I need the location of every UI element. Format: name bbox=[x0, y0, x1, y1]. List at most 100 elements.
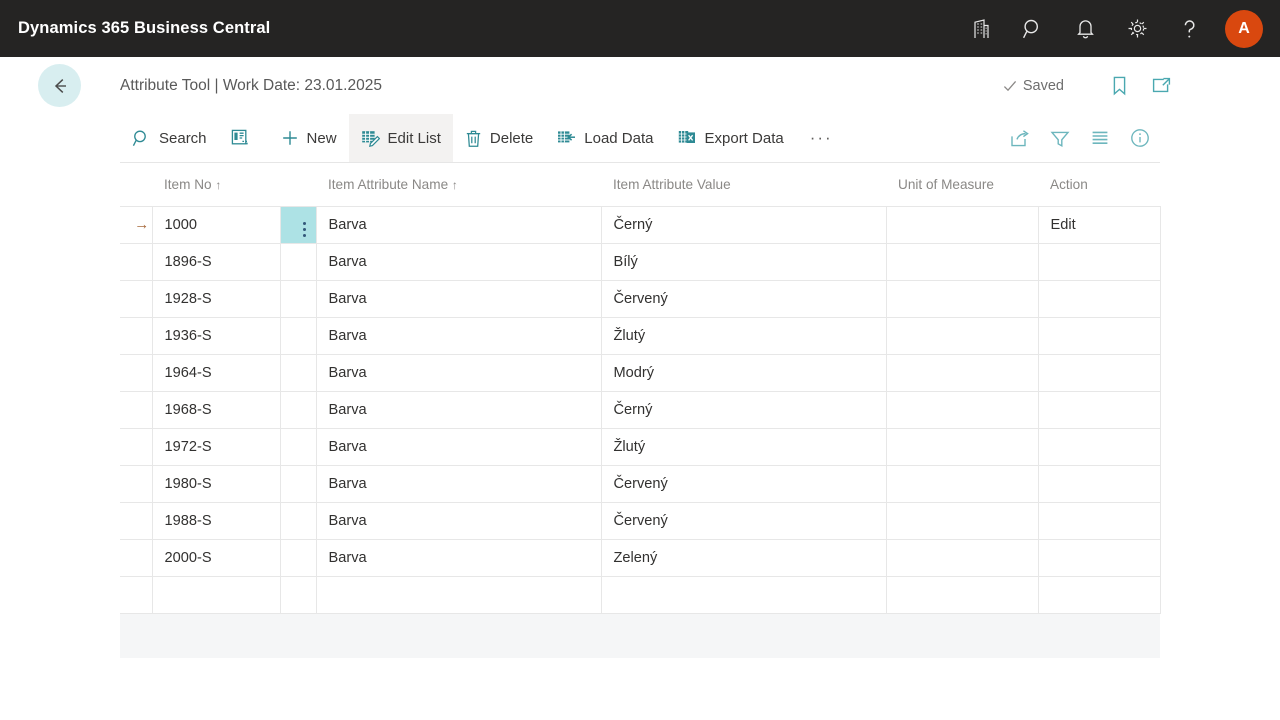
cell-unit-of-measure[interactable] bbox=[886, 243, 1038, 280]
cell-unit-of-measure[interactable] bbox=[886, 317, 1038, 354]
row-menu-button[interactable] bbox=[280, 539, 316, 576]
column-header-item-no[interactable]: Item No ↑ bbox=[152, 163, 316, 206]
cell-action[interactable] bbox=[1038, 502, 1160, 539]
export-data-button[interactable]: Export Data bbox=[666, 114, 796, 162]
table-row[interactable]: 1968-SBarvaČerný bbox=[120, 391, 1160, 428]
cell-unit-of-measure[interactable] bbox=[886, 502, 1038, 539]
table-row[interactable] bbox=[120, 576, 1160, 613]
edit-list-button[interactable]: Edit List bbox=[349, 114, 453, 162]
cell-action[interactable]: Edit bbox=[1038, 206, 1160, 243]
column-header-unit-of-measure[interactable]: Unit of Measure bbox=[886, 163, 1038, 206]
cell-item-attribute-name[interactable]: Barva bbox=[316, 243, 601, 280]
row-menu-button[interactable] bbox=[280, 428, 316, 465]
help-question-icon[interactable] bbox=[1163, 7, 1215, 51]
cell-action[interactable] bbox=[1038, 243, 1160, 280]
cell-unit-of-measure[interactable] bbox=[886, 465, 1038, 502]
cell-item-no[interactable]: 1928-S bbox=[152, 280, 280, 317]
share-icon[interactable] bbox=[1000, 115, 1040, 161]
delete-button[interactable]: Delete bbox=[453, 114, 545, 162]
cell-item-attribute-value[interactable]: Žlutý bbox=[601, 317, 886, 354]
cell-item-no[interactable]: 1964-S bbox=[152, 354, 280, 391]
load-data-button[interactable]: Load Data bbox=[545, 114, 665, 162]
cell-unit-of-measure[interactable] bbox=[886, 354, 1038, 391]
cell-action[interactable] bbox=[1038, 576, 1160, 613]
table-row[interactable]: 1928-S BarvaČervený bbox=[120, 280, 1160, 317]
cell-item-no[interactable]: 1972-S bbox=[152, 428, 280, 465]
cell-item-no[interactable]: 2000-S bbox=[152, 539, 280, 576]
info-circle-icon[interactable] bbox=[1120, 115, 1160, 161]
cell-unit-of-measure[interactable] bbox=[886, 539, 1038, 576]
row-menu-button[interactable] bbox=[280, 280, 316, 317]
column-header-item-attribute-name[interactable]: Item Attribute Name ↑ bbox=[316, 163, 601, 206]
cell-unit-of-measure[interactable] bbox=[886, 391, 1038, 428]
cell-item-attribute-name[interactable]: Barva bbox=[316, 354, 601, 391]
new-button[interactable]: New bbox=[269, 114, 349, 162]
table-row[interactable]: 1896-S BarvaBílý bbox=[120, 243, 1160, 280]
search-button[interactable]: Search bbox=[120, 114, 219, 162]
row-menu-button[interactable] bbox=[280, 206, 316, 243]
table-row[interactable]: 1972-S BarvaŽlutý bbox=[120, 428, 1160, 465]
cell-action[interactable] bbox=[1038, 428, 1160, 465]
cell-action[interactable] bbox=[1038, 465, 1160, 502]
cell-unit-of-measure[interactable] bbox=[886, 206, 1038, 243]
back-button[interactable] bbox=[38, 64, 81, 107]
cell-action[interactable] bbox=[1038, 280, 1160, 317]
cell-item-attribute-value[interactable]: Modrý bbox=[601, 354, 886, 391]
row-menu-button[interactable] bbox=[280, 354, 316, 391]
cell-item-attribute-value[interactable]: Červený bbox=[601, 465, 886, 502]
cell-action[interactable] bbox=[1038, 354, 1160, 391]
bookmark-icon[interactable] bbox=[1098, 66, 1140, 106]
cell-item-attribute-name[interactable]: Barva bbox=[316, 428, 601, 465]
avatar[interactable]: A bbox=[1225, 10, 1263, 48]
cell-item-attribute-name[interactable]: Barva bbox=[316, 465, 601, 502]
cell-item-attribute-name[interactable]: Barva bbox=[316, 317, 601, 354]
cell-unit-of-measure[interactable] bbox=[886, 576, 1038, 613]
cell-item-no[interactable]: 1980-S bbox=[152, 465, 280, 502]
search-icon[interactable] bbox=[1007, 7, 1059, 51]
column-header-action[interactable]: Action bbox=[1038, 163, 1160, 206]
cell-item-attribute-name[interactable]: Barva bbox=[316, 539, 601, 576]
table-row[interactable]: 1936-S BarvaŽlutý bbox=[120, 317, 1160, 354]
cell-item-no[interactable]: 1896-S bbox=[152, 243, 280, 280]
cell-item-no[interactable]: 1936-S bbox=[152, 317, 280, 354]
open-in-new-window-icon[interactable] bbox=[1140, 66, 1182, 106]
table-row[interactable]: 1988-S BarvaČervený bbox=[120, 502, 1160, 539]
cell-item-no[interactable]: 1000 bbox=[152, 206, 280, 243]
cell-item-attribute-value[interactable]: Žlutý bbox=[601, 428, 886, 465]
cell-item-attribute-value[interactable]: Červený bbox=[601, 502, 886, 539]
cell-item-attribute-value[interactable]: Černý bbox=[601, 391, 886, 428]
row-menu-button[interactable] bbox=[280, 317, 316, 354]
card-view-button[interactable] bbox=[219, 114, 269, 162]
cell-item-no[interactable]: 1968-S bbox=[152, 391, 280, 428]
cell-action[interactable] bbox=[1038, 539, 1160, 576]
filter-funnel-icon[interactable] bbox=[1040, 115, 1080, 161]
cell-item-no[interactable]: 1988-S bbox=[152, 502, 280, 539]
row-menu-button[interactable] bbox=[280, 243, 316, 280]
row-menu-button[interactable] bbox=[280, 391, 316, 428]
cell-action[interactable] bbox=[1038, 391, 1160, 428]
cell-item-attribute-value[interactable]: Bílý bbox=[601, 243, 886, 280]
cell-action[interactable] bbox=[1038, 317, 1160, 354]
row-menu-button[interactable] bbox=[280, 576, 316, 613]
cell-item-attribute-name[interactable]: Barva bbox=[316, 502, 601, 539]
company-icon[interactable] bbox=[955, 7, 1007, 51]
row-menu-button[interactable] bbox=[280, 465, 316, 502]
cell-item-attribute-value[interactable] bbox=[601, 576, 886, 613]
cell-item-attribute-value[interactable]: Červený bbox=[601, 280, 886, 317]
cell-item-attribute-value[interactable]: Zelený bbox=[601, 539, 886, 576]
table-row[interactable]: 2000-S BarvaZelený bbox=[120, 539, 1160, 576]
cell-item-no[interactable] bbox=[152, 576, 280, 613]
notification-bell-icon[interactable] bbox=[1059, 7, 1111, 51]
row-menu-button[interactable] bbox=[280, 502, 316, 539]
list-lines-icon[interactable] bbox=[1080, 115, 1120, 161]
cell-item-attribute-name[interactable]: Barva bbox=[316, 280, 601, 317]
table-row[interactable]: 1980-S BarvaČervený bbox=[120, 465, 1160, 502]
column-header-item-attribute-value[interactable]: Item Attribute Value bbox=[601, 163, 886, 206]
gear-icon[interactable] bbox=[1111, 7, 1163, 51]
cell-unit-of-measure[interactable] bbox=[886, 428, 1038, 465]
cell-item-attribute-value[interactable]: Černý bbox=[601, 206, 886, 243]
cell-unit-of-measure[interactable] bbox=[886, 280, 1038, 317]
cell-item-attribute-name[interactable]: Barva bbox=[316, 206, 601, 243]
more-options-button[interactable]: ··· bbox=[796, 114, 847, 162]
cell-item-attribute-name[interactable] bbox=[316, 576, 601, 613]
